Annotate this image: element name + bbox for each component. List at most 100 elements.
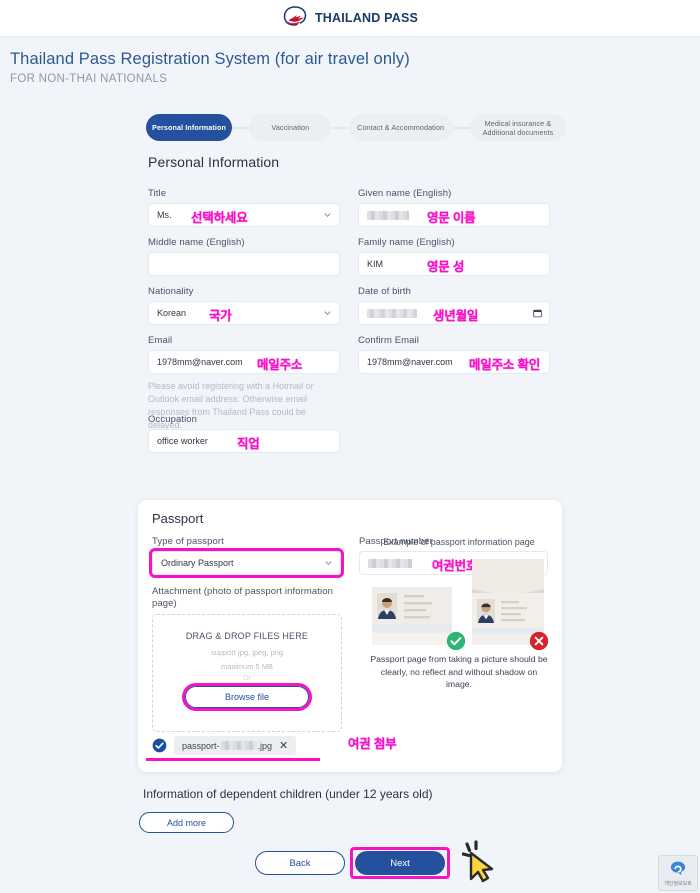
middle-name-input[interactable] [148,252,340,276]
email-value: 1978mm@naver.com [157,357,243,367]
passport-card-title: Passport [152,511,204,526]
passport-card: Passport Type of passport Ordinary Passp… [138,500,562,772]
uploaded-file-chip: passport- .jpg ✕ [174,736,297,755]
stepper-connector [331,126,349,129]
annotation-nationality: 국가 [209,309,232,323]
passport-example: Example of passport information page Pas… [370,536,549,691]
mouse-click-cursor-icon [462,840,494,883]
field-passport-type-label: Type of passport [152,536,224,547]
field-passport-type: Type of passport Ordinary Passport [149,536,344,578]
annotation-confirm-email: 메일주소 확인 [469,358,541,372]
field-nationality-label: Nationality [148,286,194,297]
passport-type-value: Ordinary Passport [161,558,234,568]
annotation-attachment: 여권 첨부 [348,737,397,751]
form-row: Middle name (English) Family name (Engli… [148,237,550,276]
stepper-connector [232,126,250,129]
tab-vaccination[interactable]: Vaccination [249,114,332,141]
date-of-birth-input[interactable]: 생년월일 [358,301,550,325]
thailand-pass-bird-logo-icon [282,5,308,31]
field-given-name: Given name (English) 영문 이름 [358,188,550,227]
email-input[interactable]: 1978mm@naver.com 메일주소 [148,350,340,374]
check-circle-icon [152,738,167,753]
field-email-label: Email [148,335,173,346]
next-button-highlight: Next [350,847,450,879]
tab-contact-accommodation[interactable]: Contact & Accommodation [348,114,453,141]
redacted-value [220,741,257,750]
browse-file-button[interactable]: Browse file [185,686,309,708]
page-title: Thailand Pass Registration System (for a… [10,50,410,68]
annotation-title: 선택하세요 [191,211,248,225]
passport-example-caption: Passport page from taking a picture shou… [370,654,548,689]
field-family-name-label: Family name (English) [358,237,455,248]
calendar-icon[interactable] [533,309,542,318]
file-dropzone[interactable]: DRAG & DROP FILES HERE support jpg, jpeg… [152,614,342,732]
field-date-of-birth-label: Date of birth [358,286,412,297]
dropzone-max-size: maximum 5 MB [220,662,274,671]
brand-header: THAILAND PASS [0,0,700,37]
field-nationality: Nationality Korean 국가 [148,286,340,325]
annotation-occupation: 직업 [237,437,260,451]
dependents-title: Information of dependent children (under… [143,787,433,801]
redacted-value [367,210,409,220]
annotation-date-of-birth: 생년월일 [433,309,479,323]
check-circle-green-icon [446,631,466,651]
family-name-input[interactable]: KIM 영문 성 [358,252,550,276]
passport-type-select[interactable]: Ordinary Passport [149,548,344,578]
chevron-down-icon [324,311,331,316]
brand-name: THAILAND PASS [314,11,419,25]
add-more-button[interactable]: Add more [139,812,234,833]
field-middle-name: Middle name (English) [148,237,340,276]
nationality-value: Korean [157,308,187,318]
form-row: Nationality Korean 국가 Date of birth 생년월일 [148,286,550,325]
family-name-value: KIM [367,259,384,269]
uploaded-file-name-suffix: .jpg [257,740,273,751]
back-button[interactable]: Back [255,851,345,875]
tab-medical-insurance-label: Medical insurance & Additional documents [482,118,554,137]
tab-medical-insurance[interactable]: Medical insurance & Additional documents [469,114,566,141]
tab-personal-information[interactable]: Personal Information [146,114,232,141]
registration-stepper: Personal Information Vaccination Contact… [146,114,566,141]
next-button[interactable]: Next [355,851,445,875]
passport-card-body: Type of passport Ordinary Passport Passp… [149,536,549,751]
field-given-name-label: Given name (English) [358,188,452,199]
annotation-underline [146,758,320,761]
field-family-name: Family name (English) KIM 영문 성 [358,237,550,276]
annotation-given-name: 영문 이름 [427,211,476,225]
nationality-select[interactable]: Korean 국가 [148,301,340,325]
cross-circle-red-icon [529,631,549,651]
occupation-input[interactable]: office worker 직업 [148,429,340,453]
privacy-shield-icon [670,861,686,875]
annotation-family-name: 영문 성 [427,260,465,274]
close-icon[interactable]: ✕ [279,739,288,752]
dropzone-or-text: Or [243,675,251,682]
passport-example-images [370,555,549,651]
attachment-label: Attachment (photo of passport informatio… [152,586,334,609]
confirm-email-input[interactable]: 1978mm@naver.com 메일주소 확인 [358,350,550,374]
title-value: Ms. [157,210,172,220]
personal-information-form: Title Ms. 선택하세요 Given name (English) 영문 … [148,188,550,453]
redacted-value [367,308,417,318]
chevron-down-icon [325,561,332,566]
browse-file-highlight: Browse file [182,683,312,711]
dropzone-title: DRAG & DROP FILES HERE [185,631,309,641]
passport-example-title: Example of passport information page [383,537,535,547]
field-confirm-email-label: Confirm Email [358,335,419,346]
uploaded-file-name-prefix: passport- [182,740,220,751]
field-middle-name-label: Middle name (English) [148,237,245,248]
occupation-value: office worker [157,436,208,446]
title-select[interactable]: Ms. 선택하세요 [148,203,340,227]
given-name-input[interactable]: 영문 이름 [358,203,550,227]
field-title-label: Title [148,188,167,199]
field-occupation: Occupation office worker 직업 [148,414,340,453]
page-root: THAILAND PASS Thailand Pass Registration… [0,0,700,893]
annotation-email: 메일주소 [257,358,303,372]
page-subtitle: FOR NON-THAI NATIONALS [10,73,168,85]
stepper-connector [452,126,470,129]
chevron-down-icon [324,213,331,218]
privacy-watermark: 개인정보보호 [658,855,698,891]
form-row: Occupation office worker 직업 [148,414,550,453]
form-row: Title Ms. 선택하세요 Given name (English) 영문 … [148,188,550,227]
